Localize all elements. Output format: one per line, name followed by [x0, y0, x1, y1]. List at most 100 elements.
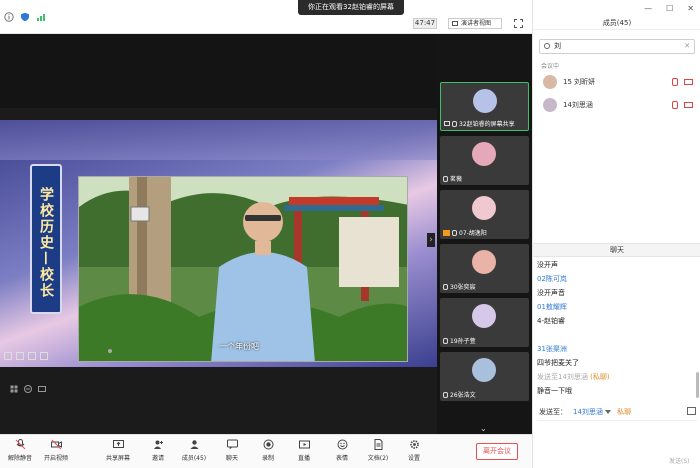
- remote-control-icon[interactable]: [38, 385, 46, 393]
- leave-meeting-button[interactable]: 离开会议: [476, 443, 518, 460]
- speaker-view-button[interactable]: 演讲者视图: [448, 18, 502, 29]
- info-icon[interactable]: [4, 12, 14, 22]
- side-panel: — ☐ ✕ 成员(45) 刘 ✕ 会议中 15 刘昕妍 14刘思涵 聊天 没开声…: [532, 0, 700, 468]
- annotate-icon[interactable]: [24, 385, 32, 393]
- shield-icon[interactable]: [20, 12, 30, 22]
- mic-muted-icon: [672, 78, 678, 86]
- prev-slide-icon[interactable]: [4, 352, 12, 360]
- settings-label: 设置: [407, 455, 420, 462]
- member-search-input[interactable]: 刘 ✕: [539, 39, 695, 54]
- participant-tile[interactable]: 07-胡逸阳: [440, 190, 529, 239]
- tile-name: 32赵铂睿的屏幕共享: [459, 121, 515, 128]
- reactions-button[interactable]: 表情: [322, 439, 362, 462]
- tile-name: 26张浩文: [450, 392, 476, 399]
- chat-header: 聊天: [533, 243, 700, 257]
- signal-icon[interactable]: [36, 12, 46, 22]
- mic-icon: [443, 175, 448, 182]
- tile-label: 茗薇: [443, 174, 462, 183]
- status-icons: [4, 12, 46, 22]
- tile-name: 19孙子萱: [450, 338, 476, 345]
- chat-scrollbar[interactable]: [696, 372, 699, 398]
- share-screen-icon: [112, 440, 124, 448]
- participant-tile[interactable]: 26张浩文: [440, 352, 529, 401]
- scroll-down-icon[interactable]: ⌄: [480, 424, 487, 433]
- chevron-down-icon: [605, 410, 612, 414]
- docs-button[interactable]: 文档(2): [358, 439, 398, 462]
- collapse-strip-icon[interactable]: ›: [427, 233, 435, 247]
- participant-tile[interactable]: 19孙子萱: [440, 298, 529, 347]
- settings-button[interactable]: 设置: [394, 439, 434, 462]
- participant-tile[interactable]: 茗薇: [440, 136, 529, 185]
- bottom-toolbar: 解除静音 开启视频 共享屏幕 邀请 成员(45) 聊天 录制 直播 表情 文档(…: [0, 434, 532, 468]
- chat-input[interactable]: [537, 420, 697, 454]
- slide-background: [0, 120, 437, 160]
- slides-icon[interactable]: [28, 352, 36, 360]
- send-to-row: 发送至： 14刘思涵 私聊: [539, 407, 631, 417]
- layout-icon[interactable]: [10, 385, 18, 393]
- live-button[interactable]: 直播: [284, 439, 324, 462]
- tile-label: 26张浩文: [443, 390, 476, 399]
- maximize-icon[interactable]: ☐: [666, 4, 673, 13]
- clear-icon[interactable]: ✕: [684, 40, 690, 53]
- embedded-video: 一个年份吧: [78, 176, 408, 362]
- stage-controls: [10, 385, 46, 393]
- record-button[interactable]: 录制: [248, 439, 288, 462]
- chat-button[interactable]: 聊天: [212, 439, 252, 462]
- member-row[interactable]: 14刘思涵: [533, 95, 700, 115]
- share-screen-button[interactable]: 共享屏幕: [98, 439, 138, 462]
- chat-icon: [226, 439, 238, 450]
- avatar: [472, 196, 496, 220]
- chat-message: 静音一下哦: [537, 387, 572, 395]
- participant-tile[interactable]: 30张奕宸: [440, 244, 529, 293]
- video-button[interactable]: 开启视频: [36, 439, 76, 462]
- chat-sender: 02陈可岚: [537, 275, 567, 283]
- minimize-icon[interactable]: —: [644, 4, 652, 13]
- avatar: [472, 250, 496, 274]
- video-label: 开启视频: [43, 455, 68, 462]
- send-to-dropdown[interactable]: 14刘思涵: [573, 407, 612, 417]
- fullscreen-icon[interactable]: [514, 19, 523, 28]
- chat-label: 聊天: [225, 455, 238, 462]
- chat-sender: 01敖耀辉: [537, 303, 567, 311]
- close-icon[interactable]: ✕: [687, 4, 694, 13]
- window-controls: — ☐ ✕: [644, 4, 694, 13]
- chat-message: 四爷把麦关了: [537, 359, 579, 367]
- camera-off-icon: [50, 439, 62, 450]
- record-icon: [263, 439, 273, 450]
- mute-button[interactable]: 解除静音: [0, 439, 40, 462]
- share-label: 共享屏幕: [105, 455, 130, 462]
- private-chat-label: 私聊: [617, 408, 632, 416]
- tile-label: 07-胡逸阳: [443, 228, 487, 237]
- send-to-target: 14刘思涵: [573, 408, 603, 416]
- mic-icon: [443, 337, 448, 344]
- slide-title-card: 学校历史—校长: [30, 164, 62, 314]
- presentation-slide: 学校历史—校长 一个年份吧: [0, 120, 437, 367]
- screen-share-banner: 你正在观看32赵铂睿的屏幕: [298, 0, 404, 15]
- avatar: [472, 304, 496, 328]
- image-upload-icon[interactable]: [687, 407, 696, 415]
- avatar: [543, 75, 557, 89]
- member-row[interactable]: 15 刘昕妍: [533, 72, 700, 92]
- chat-messages: 没开声 02陈可岚 没开声音 01敖耀辉 4-赵铂睿 31张渠洲 四爷把麦关了 …: [537, 258, 697, 398]
- grid-icon: [452, 21, 458, 26]
- participant-tile[interactable]: 32赵铂睿的屏幕共享: [440, 82, 529, 131]
- members-button[interactable]: 成员(45): [174, 439, 214, 462]
- pen-icon[interactable]: [16, 352, 24, 360]
- members-label: 成员(45): [181, 455, 207, 462]
- record-label: 录制: [261, 455, 274, 462]
- video-subtitle: 一个年份吧: [219, 342, 259, 351]
- chat-message: 没开声: [537, 261, 558, 269]
- mic-icon: [452, 120, 457, 127]
- send-button[interactable]: 发送(S): [669, 456, 690, 465]
- view-label: 演讲者视图: [461, 20, 492, 27]
- mouse-cursor: [108, 349, 112, 353]
- tile-name: 茗薇: [450, 176, 463, 183]
- avatar: [473, 89, 497, 113]
- invite-button[interactable]: 邀请: [138, 439, 178, 462]
- tile-label: 19孙子萱: [443, 336, 476, 345]
- chat-message: [537, 328, 697, 342]
- next-slide-icon[interactable]: [40, 352, 48, 360]
- mute-label: 解除静音: [7, 455, 32, 462]
- shared-screen-stage: 学校历史—校长 一个年份吧: [0, 34, 437, 434]
- tile-label: 30张奕宸: [443, 282, 476, 291]
